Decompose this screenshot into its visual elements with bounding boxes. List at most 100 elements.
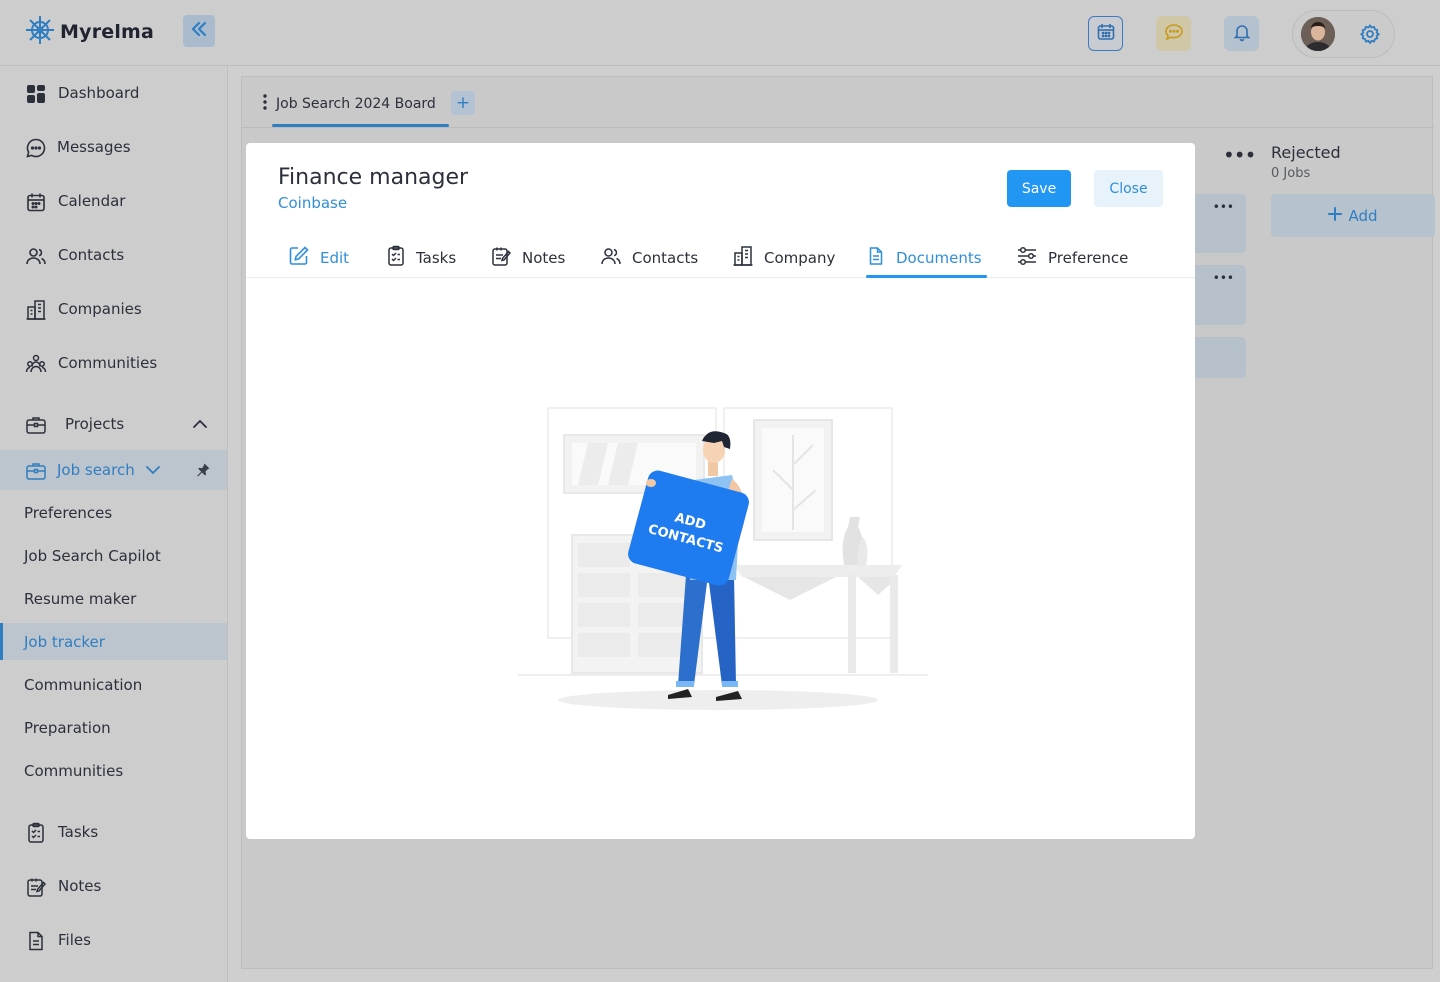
briefcase-icon [24, 413, 48, 437]
sidebar-item-projects[interactable]: Projects [0, 404, 227, 444]
sidebar-subitem-label: Job tracker [24, 632, 105, 651]
column-title: Rejected [1271, 143, 1341, 162]
sidebar-item-label: Files [58, 931, 91, 949]
chevron-down-icon[interactable] [145, 463, 161, 481]
tab-label: Tasks [416, 249, 457, 267]
company-link[interactable]: Coinbase [278, 194, 347, 212]
message-icon [24, 136, 48, 160]
sidebar-subitem-label: Job Search Capilot [24, 546, 161, 565]
sidebar-item-label: Calendar [58, 192, 126, 210]
sidebar-item-companies[interactable]: Companies [0, 289, 227, 329]
chevron-up-icon[interactable] [192, 417, 208, 435]
bell-icon [1232, 22, 1252, 46]
tab-contacts[interactable]: Contacts [600, 238, 698, 278]
add-board-button[interactable]: + [451, 91, 475, 115]
active-tab-indicator [272, 124, 449, 127]
tab-preference[interactable]: Preference [1016, 238, 1128, 278]
top-bar: Myrelma [0, 0, 1440, 66]
building-icon [732, 245, 754, 271]
save-button[interactable]: Save [1007, 170, 1071, 207]
sidebar-item-label: Dashboard [58, 84, 140, 102]
empty-state-illustration: ADD CONTACTS [518, 405, 928, 719]
calendar-icon [24, 190, 48, 214]
notifications-button[interactable] [1224, 16, 1259, 51]
calendar-button[interactable] [1088, 16, 1123, 51]
profile-menu[interactable] [1292, 10, 1395, 58]
sidebar-subitem-label: Preparation [24, 718, 111, 737]
tab-label: Edit [320, 249, 350, 267]
tab-tasks[interactable]: Tasks [386, 238, 456, 278]
board-tab[interactable]: Job Search 2024 Board [262, 93, 436, 115]
tab-label: Contacts [632, 249, 699, 267]
sidebar-item-communities[interactable]: Communities [0, 343, 227, 383]
sidebar-subitem-job-tracker[interactable]: Job tracker [0, 623, 227, 660]
gear-icon[interactable] [1359, 23, 1381, 49]
tab-notes[interactable]: Notes [490, 238, 565, 278]
sidebar-item-label: Notes [58, 877, 102, 895]
ship-wheel-icon [24, 14, 56, 50]
sidebar-subitem-preparation[interactable]: Preparation [0, 709, 227, 746]
sidebar-item-contacts[interactable]: Contacts [0, 235, 227, 275]
modal-tabs: Edit Tasks Notes Contacts Company Docume… [246, 238, 1195, 278]
sidebar-item-label: Communities [58, 354, 158, 372]
document-icon [866, 246, 886, 270]
sidebar-subitem-job-search-capilot[interactable]: Job Search Capilot [0, 537, 227, 574]
avatar[interactable] [1301, 17, 1335, 51]
sidebar-item-dashboard[interactable]: Dashboard [0, 73, 227, 113]
collapse-sidebar-button[interactable] [183, 15, 215, 47]
add-job-label: Add [1348, 206, 1378, 225]
sidebar-item-files[interactable]: Files [0, 920, 227, 960]
vertical-dots-icon[interactable] [262, 93, 268, 115]
briefcase-icon [24, 459, 48, 483]
sidebar-subitem-communication[interactable]: Communication [0, 666, 227, 703]
sidebar-item-label: Job search [57, 461, 135, 479]
sidebar-item-job-search[interactable]: Job search [0, 450, 227, 490]
app-name: Myrelma [60, 21, 155, 43]
sidebar-subitem-communities[interactable]: Communities [0, 752, 227, 789]
messages-button[interactable] [1156, 16, 1191, 51]
sidebar-subitem-label: Resume maker [24, 589, 137, 608]
column-count: 0 Jobs [1271, 166, 1311, 181]
edit-icon [288, 245, 310, 271]
tab-label: Company [764, 249, 836, 267]
tab-label: Preference [1048, 249, 1129, 267]
dashboard-icon [24, 82, 48, 106]
tab-edit[interactable]: Edit [288, 238, 349, 278]
sidebar-item-messages[interactable]: Messages [0, 127, 227, 167]
sidebar-item-label: Messages [57, 138, 131, 156]
contacts-icon [24, 244, 48, 268]
card-menu-icon[interactable]: ••• [1213, 271, 1234, 285]
sliders-icon [1016, 245, 1038, 271]
board-tab-label: Job Search 2024 Board [276, 96, 436, 112]
sidebar-subitem-label: Preferences [24, 503, 113, 522]
column-menu-icon[interactable]: ••• [1223, 143, 1256, 167]
sidebar-item-notes[interactable]: Notes [0, 866, 227, 906]
calendar-icon [1096, 22, 1116, 46]
tab-documents[interactable]: Documents [866, 238, 982, 278]
sidebar: Dashboard Messages Calendar Contacts Com… [0, 66, 228, 982]
close-button[interactable]: Close [1094, 170, 1163, 207]
board-tab-bar: Job Search 2024 Board + [242, 77, 1434, 128]
sidebar-item-calendar[interactable]: Calendar [0, 181, 227, 221]
sidebar-item-label: Tasks [58, 823, 99, 841]
chat-icon [1164, 22, 1184, 46]
file-icon [24, 929, 48, 953]
community-icon [24, 352, 48, 376]
sidebar-subitem-label: Communities [24, 761, 124, 780]
sidebar-subitem-label: Communication [24, 675, 143, 694]
job-title: Finance manager [278, 165, 469, 190]
sidebar-subitem-resume-maker[interactable]: Resume maker [0, 580, 227, 617]
app-logo[interactable]: Myrelma [24, 14, 154, 50]
active-tab-indicator [866, 275, 987, 278]
add-job-button[interactable]: Add [1271, 194, 1435, 237]
job-details-modal: Finance manager Coinbase Save Close Edit… [246, 143, 1195, 839]
card-menu-icon[interactable]: ••• [1213, 200, 1234, 214]
tab-company[interactable]: Company [732, 238, 835, 278]
tab-label: Notes [522, 249, 566, 267]
sidebar-item-tasks[interactable]: Tasks [0, 812, 227, 852]
contacts-icon [600, 245, 622, 271]
tab-label: Documents [896, 249, 982, 267]
pin-icon[interactable] [195, 462, 211, 482]
notes-icon [24, 875, 48, 899]
sidebar-subitem-preferences[interactable]: Preferences [0, 494, 227, 531]
